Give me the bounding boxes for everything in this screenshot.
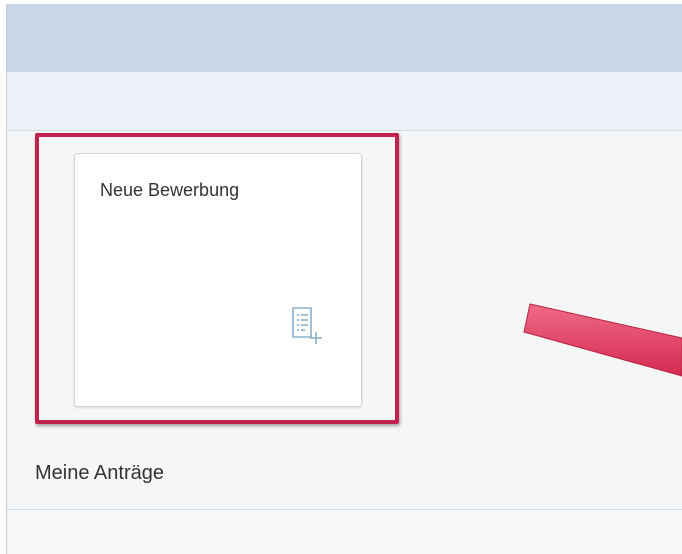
my-applications-heading: Meine Anträge <box>35 462 164 484</box>
shell-header-bar <box>7 4 682 72</box>
subheader-bar <box>7 72 682 131</box>
highlight-annotation-box <box>35 133 399 424</box>
section-list-area <box>7 510 682 554</box>
pointer-arrow-annotation <box>523 303 682 377</box>
